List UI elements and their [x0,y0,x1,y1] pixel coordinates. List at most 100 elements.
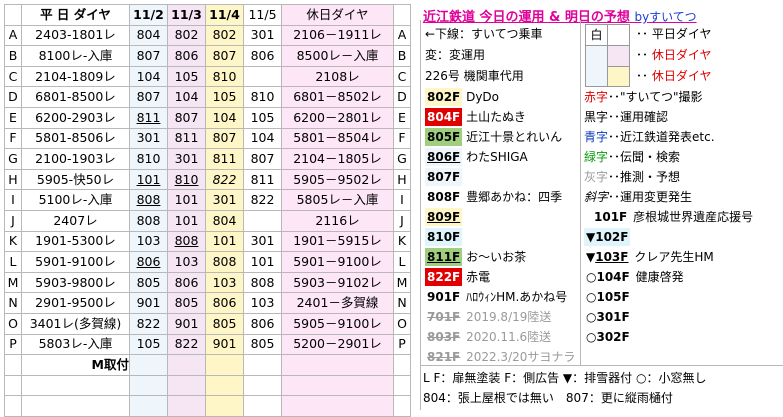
row-label: E [4,106,22,129]
cell-d1: 810 [129,148,168,170]
cell-d2: 811 [167,127,206,150]
cell-d4: 808 [243,271,282,294]
cell-d4: 301 [243,230,282,253]
table-row: B 8100レ-入庫 807 806 807 806 8500レ－入庫 B [4,45,411,67]
date-header-3: 11/4 [205,4,244,26]
cell-d1: 105 [129,333,168,356]
cell-d2: 105 [167,65,206,88]
row-label-right: E [393,106,411,129]
weekday-route: 6200-2903レ [21,106,130,129]
train-804: 804F 土山たぬき [425,108,526,126]
holiday-route: 5805レ－入庫 [281,189,394,211]
row-label-right: M [393,271,411,294]
cell-d2: 103 [167,251,206,273]
train-105: ○105F [586,290,630,304]
yellow-box [607,66,630,87]
cell-d3: 806 [205,292,244,314]
train-102: ▼102F [584,228,631,246]
cell-d1: 807 [129,45,168,67]
row-label-right: G [393,148,411,170]
cell-d1: 104 [129,65,168,88]
cell-d2: 805 [167,292,206,314]
row-label: F [4,127,22,150]
weekday-route: 1901-5300レ [21,230,130,253]
legend-underline: ←下線：すいてつ乗車 [425,27,543,41]
cell-d2: 806 [167,271,206,294]
legend-blue: 青字･･近江鉄道発表etc. [584,130,715,144]
cell-d1: 811 [129,106,168,129]
train-302: ○302F [586,330,630,344]
weekday-route: 2100-1903レ [21,148,130,170]
table-row: J 2407レ 808 101 804 2116レ J [4,209,411,232]
holiday-route: 2106－1911レ [281,24,394,47]
weekday-route: 3401レ(多賀線) [21,312,130,335]
cell-d1: 807 [129,86,168,108]
row-label-right: I [393,189,411,211]
table-row: A 2403-1801レ 804 802 802 301 2106－1911レ … [4,24,411,47]
cell-d2: 101 [167,209,206,232]
cell-d2: 101 [167,189,206,211]
holiday-route: 5905－9100レ [281,312,394,335]
pink-box [607,45,630,67]
cell-d1: 806 [129,251,168,273]
cell-d4: 301 [243,24,282,47]
cell-d3: 811 [205,148,244,170]
holiday-route: 5200－2901レ [281,333,394,356]
cell-d3: 808 [205,251,244,273]
row-label: N [4,292,22,314]
cell-d1: 822 [129,312,168,335]
weekday-route: 6801-8500レ [21,86,130,108]
cell-d4: 822 [243,189,282,211]
corner-cell-right [393,4,411,26]
cell-d2: 802 [167,24,206,47]
panel-divider [420,365,783,366]
cell-d1: 805 [129,271,168,294]
train-701: 701F 2019.8/19陸送 [427,310,552,324]
row-label: P [4,333,22,356]
table-row: G 2100-1903レ 810 301 811 807 2104－1805レ … [4,148,411,170]
weekday-route: 2403-1801レ [21,24,130,47]
cell-d3: 810 [205,65,244,88]
cell-d1: 901 [129,292,168,314]
row-label-right: J [393,209,411,232]
holiday-route: 2104－1805レ [281,148,394,170]
cell-d1: 808 [129,189,168,211]
cell-d3: 901 [205,333,244,356]
cell-d4: 104 [243,127,282,150]
table-row: E 6200-2903レ 811 807 104 105 6200－2801レ … [4,106,411,129]
spreadsheet: 平 日 ダイヤ 11/2 11/3 11/4 11/5 休日ダイヤ A 2403… [0,0,783,417]
train-821: 821F 2022.3/20サヨナラ [427,350,576,364]
cell-d4: 101 [243,251,282,273]
train-806: 806F わたSHIGA [425,148,528,166]
holiday-route: 2401－多賀線 [281,292,394,314]
train-807: 807F [425,168,463,186]
row-label-right: F [393,127,411,150]
row-label: B [4,45,22,67]
cell-d1: 804 [129,24,168,47]
row-label-right: C [393,65,411,88]
blank-box [607,24,630,46]
cell-d4: 810 [243,86,282,108]
table-row: F 5801-8506レ 301 811 807 104 5801－8504レ … [4,127,411,150]
cell-d4: 811 [243,168,282,191]
blue-box [585,45,608,87]
cell-d2: 806 [167,45,206,67]
cell-d2: 810 [167,168,206,191]
page-title: 近江鉄道 今日の運用 & 明日の予想 byすいてつ [423,10,697,25]
footer-row [4,374,411,397]
cell-d3: 802 [205,24,244,47]
cell-d3: 807 [205,45,244,67]
footer-row: M取付 [4,354,411,376]
table-row: N 2901-9500レ 901 805 806 103 2401－多賀線 N [4,292,411,314]
white-box: 白 [585,24,608,46]
train-810: 810F [425,228,463,246]
row-label-right: B [393,45,411,67]
train-103: ▼103F クレア先生HM [586,250,714,264]
holiday-route: 5901－9100レ [281,251,394,273]
train-104: ○104F 健康啓発 [586,270,684,284]
row-label: C [4,65,22,88]
table-row: H 5905-快50レ 101 810 822 811 5905－9502レ H [4,168,411,191]
legend-holiday-2: ･･ 休日ダイヤ [636,69,712,83]
holiday-route: 5905－9502レ [281,168,394,191]
cell-d1: 301 [129,127,168,150]
